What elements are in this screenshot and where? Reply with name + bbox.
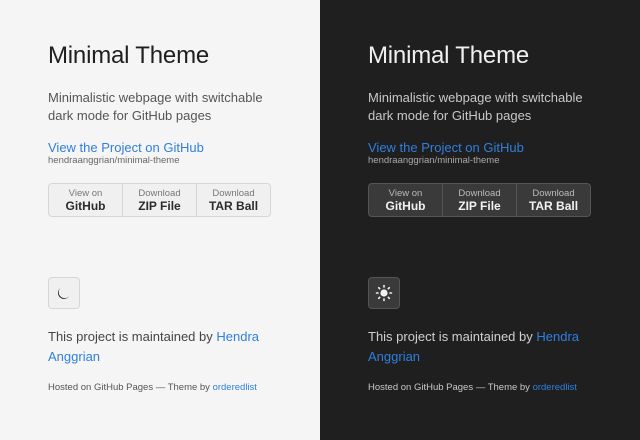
button-label: TAR Ball <box>528 198 579 213</box>
hosted-prefix: Hosted on GitHub Pages — Theme by <box>368 382 533 393</box>
button-caption: Download <box>212 187 255 199</box>
theme-comparison: Minimal Theme Minimalistic webpage with … <box>0 0 640 440</box>
view-project-link[interactable]: View the Project on GitHub <box>368 140 524 155</box>
theme-toggle-button[interactable] <box>368 277 400 309</box>
theme-toggle-button[interactable] <box>48 277 80 309</box>
view-project-link[interactable]: View the Project on GitHub <box>48 140 204 155</box>
maintainer-prefix: This project is maintained by <box>48 329 217 344</box>
maintainer-prefix: This project is maintained by <box>368 329 537 344</box>
page-description: Minimalistic webpage with switchable dar… <box>368 90 583 123</box>
button-label: GitHub <box>385 198 426 213</box>
moon-icon <box>57 288 69 299</box>
button-label: ZIP File <box>138 198 181 213</box>
download-buttons: View on GitHub Download ZIP File Downloa… <box>48 183 271 217</box>
download-zip-button[interactable]: Download ZIP File <box>122 184 196 216</box>
sun-icon <box>375 284 393 302</box>
theme-author-link[interactable]: orderedlist <box>533 382 577 393</box>
button-caption: View on <box>388 187 423 199</box>
theme-author-link[interactable]: orderedlist <box>213 382 257 393</box>
button-label: GitHub <box>65 198 106 213</box>
view-on-github-button[interactable]: View on GitHub <box>49 184 122 216</box>
button-label: ZIP File <box>458 198 501 213</box>
maintainer-note: This project is maintained by Hendra Ang… <box>368 327 598 367</box>
repo-name: hendraanggrian/minimal-theme <box>368 155 500 166</box>
download-tar-button[interactable]: Download TAR Ball <box>196 184 270 216</box>
hosted-prefix: Hosted on GitHub Pages — Theme by <box>48 382 213 393</box>
view-on-github-button[interactable]: View on GitHub <box>369 184 442 216</box>
dark-mode-pane: Minimal Theme Minimalistic webpage with … <box>320 0 640 440</box>
button-caption: Download <box>458 187 501 199</box>
download-buttons: View on GitHub Download ZIP File Downloa… <box>368 183 591 217</box>
page-title: Minimal Theme <box>48 42 210 69</box>
download-zip-button[interactable]: Download ZIP File <box>442 184 516 216</box>
button-caption: View on <box>68 187 103 199</box>
download-tar-button[interactable]: Download TAR Ball <box>516 184 590 216</box>
maintainer-note: This project is maintained by Hendra Ang… <box>48 327 278 367</box>
repo-name: hendraanggrian/minimal-theme <box>48 155 180 166</box>
page-description: Minimalistic webpage with switchable dar… <box>48 90 263 123</box>
page-title: Minimal Theme <box>368 42 530 69</box>
hosted-footer: Hosted on GitHub Pages — Theme by ordere… <box>368 382 577 393</box>
button-caption: Download <box>138 187 181 199</box>
hosted-footer: Hosted on GitHub Pages — Theme by ordere… <box>48 382 257 393</box>
button-label: TAR Ball <box>208 198 259 213</box>
light-mode-pane: Minimal Theme Minimalistic webpage with … <box>0 0 320 440</box>
button-caption: Download <box>532 187 575 199</box>
